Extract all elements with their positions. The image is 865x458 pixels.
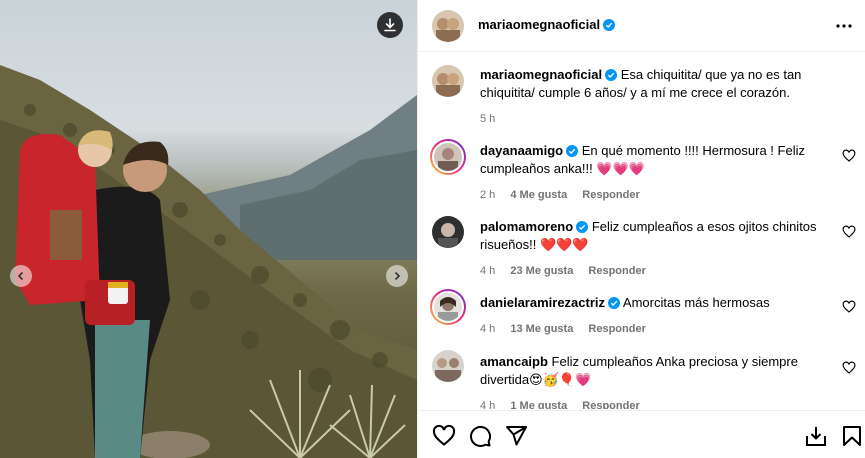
heart-icon[interactable] [842,300,856,314]
bookmark-icon[interactable] [840,424,864,448]
reply-button[interactable]: Responder [582,189,639,201]
comment-username[interactable]: dayanaamigo [480,143,563,158]
comment-avatar[interactable] [430,289,466,325]
share-icon[interactable] [504,424,528,448]
verified-badge-icon [576,221,589,233]
comment-body: danielaramirezactriz Amorcitas más hermo… [480,294,830,338]
comment-body: amancaipb Feliz cumpleaños Anka preciosa… [480,353,830,409]
reply-button[interactable]: Responder [582,400,639,409]
comments-list[interactable]: mariaomegnaoficial Esa chiquitita/ que y… [418,53,865,409]
more-options-button[interactable] [834,16,854,36]
comment-avatar[interactable] [430,139,466,175]
download-button[interactable] [377,12,403,38]
reply-button[interactable]: Responder [588,265,645,277]
author-avatar[interactable] [432,10,464,42]
comment-time[interactable]: 4 h [480,323,495,335]
comment-username[interactable]: danielaramirezactriz [480,295,605,310]
verified-badge-icon [566,145,579,157]
comment-likes[interactable]: 23 Me gusta [510,265,573,277]
caption-username[interactable]: mariaomegnaoficial [480,67,602,82]
comment-text: Amorcitas más hermosas [622,295,770,310]
comment-body: palomamoreno Feliz cumpleaños a esos oji… [480,218,830,280]
heart-icon[interactable] [842,225,856,239]
previous-photo-button[interactable] [10,265,32,287]
comment-body: dayanaamigo En qué momento !!!! Hermosur… [480,142,830,204]
heart-icon[interactable] [432,424,456,448]
caption-time[interactable]: 5 h [480,113,495,125]
heart-icon[interactable] [842,149,856,163]
post-photo [0,0,417,458]
author-name-row: mariaomegnaoficial [478,17,616,32]
post-header: mariaomegnaoficial [418,0,865,52]
comment-username[interactable]: amancaipb [480,354,548,369]
comment-time[interactable]: 4 h [480,400,495,409]
author-username[interactable]: mariaomegnaoficial [478,17,600,32]
comment-likes[interactable]: 1 Me gusta [510,400,567,409]
caption-body: mariaomegnaoficial Esa chiquitita/ que y… [480,66,830,128]
download-icon[interactable] [804,424,828,448]
next-photo-button[interactable] [386,265,408,287]
caption-avatar[interactable] [432,65,464,97]
comment-likes[interactable]: 13 Me gusta [510,323,573,335]
reply-button[interactable]: Responder [588,323,645,335]
download-icon [384,18,396,32]
mountain-scene [0,65,417,458]
more-options-icon [836,24,852,28]
comment-time[interactable]: 2 h [480,189,495,201]
chevron-right-icon [394,271,401,281]
comment-icon[interactable] [468,424,492,448]
comment-time[interactable]: 4 h [480,265,495,277]
comment-avatar[interactable] [432,350,464,382]
post-side-panel: mariaomegnaoficial mariaomegnaoficial Es… [417,0,865,458]
chevron-left-icon [17,271,24,281]
comment-likes[interactable]: 4 Me gusta [510,189,567,201]
verified-badge-icon [608,297,621,309]
comment-avatar[interactable] [432,216,464,248]
heart-icon[interactable] [842,361,856,375]
comment-username[interactable]: palomamoreno [480,219,573,234]
action-bar [418,410,865,458]
verified-badge-icon [603,19,616,31]
verified-badge-icon [605,69,618,81]
